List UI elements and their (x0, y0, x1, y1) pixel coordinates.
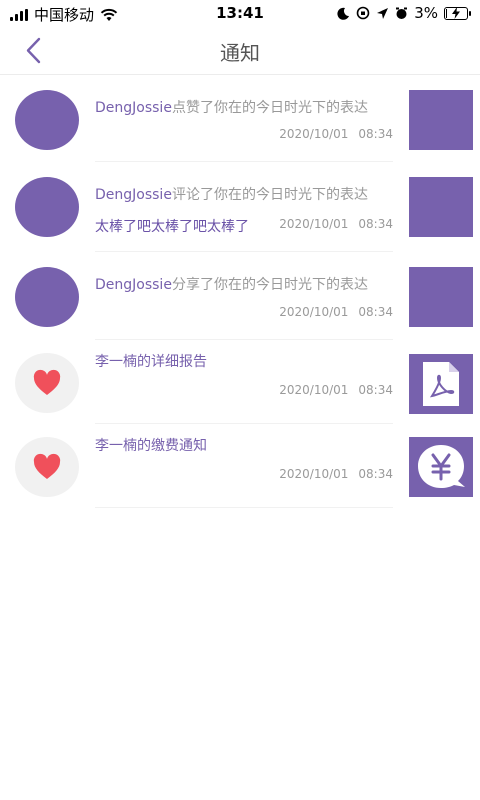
status-right: 3% (337, 4, 471, 22)
post-thumbnail[interactable] (409, 267, 473, 327)
notification-item[interactable]: DengJossie分享了你在的今日时光下的表达 2020/10/01 08:34 (0, 253, 480, 341)
timestamp: 2020/10/01 08:34 (279, 467, 393, 481)
avatar[interactable] (15, 177, 79, 237)
page-title: 通知 (220, 41, 260, 65)
time: 08:34 (358, 217, 393, 231)
notification-title: 李一楠的缴费通知 (95, 435, 207, 455)
avatar[interactable] (15, 90, 79, 150)
user-name[interactable]: DengJossie (95, 187, 172, 203)
date: 2020/10/01 (279, 383, 349, 397)
comment-text: 太棒了吧太棒了吧太棒了 (95, 219, 249, 235)
timestamp: 2020/10/01 08:34 (279, 383, 393, 397)
notification-item[interactable]: 李一楠的缴费通知 2020/10/01 08:34 (0, 425, 480, 509)
heart-icon (33, 453, 61, 479)
notification-title: DengJossie点赞了你在的今日时光下的表达 (95, 97, 368, 117)
date: 2020/10/01 (279, 467, 349, 481)
notification-list: DengJossie点赞了你在的今日时光下的表达 2020/10/01 08:34… (0, 75, 480, 509)
notification-content[interactable]: DengJossie分享了你在的今日时光下的表达 2020/10/01 08:34 (95, 253, 393, 340)
battery-percent: 3% (414, 4, 438, 22)
date: 2020/10/01 (279, 305, 349, 319)
report-title[interactable]: 李一楠的详细报告 (95, 354, 207, 370)
notification-content[interactable]: 李一楠的缴费通知 2020/10/01 08:34 (95, 425, 393, 508)
date: 2020/10/01 (279, 127, 349, 141)
user-name[interactable]: DengJossie (95, 100, 172, 116)
alarm-icon (396, 7, 408, 19)
battery-fill (446, 8, 447, 18)
battery-icon (444, 6, 471, 20)
notification-content[interactable]: DengJossie点赞了你在的今日时光下的表达 2020/10/01 08:34 (95, 75, 393, 162)
notification-title: DengJossie分享了你在的今日时光下的表达 (95, 274, 368, 294)
post-thumbnail[interactable] (409, 177, 473, 237)
notification-content[interactable]: DengJossie评论了你在的今日时光下的表达 太棒了吧太棒了吧太棒了 202… (95, 163, 393, 252)
notification-content[interactable]: 李一楠的详细报告 2020/10/01 08:34 (95, 341, 393, 424)
moon-icon (337, 7, 350, 20)
notification-item[interactable]: DengJossie点赞了你在的今日时光下的表达 2020/10/01 08:34 (0, 75, 480, 163)
avatar[interactable] (15, 353, 79, 413)
notification-action: 评论了你在的今日时光下的表达 (171, 187, 368, 203)
status-bar: 中国移动 13:41 3% (0, 0, 480, 26)
user-name[interactable]: DengJossie (95, 277, 172, 293)
yen-icon (418, 445, 465, 488)
time: 08:34 (358, 467, 393, 481)
timestamp: 2020/10/01 08:34 (279, 217, 393, 231)
pdf-icon (423, 362, 459, 406)
nav-bar: 通知 (0, 26, 480, 75)
payment-thumbnail[interactable] (409, 437, 473, 497)
location-icon (377, 7, 389, 19)
pdf-file-thumbnail[interactable] (409, 354, 473, 414)
notification-title: 李一楠的详细报告 (95, 351, 207, 371)
payment-title[interactable]: 李一楠的缴费通知 (95, 438, 207, 454)
notification-item[interactable]: DengJossie评论了你在的今日时光下的表达 太棒了吧太棒了吧太棒了 202… (0, 163, 480, 253)
notification-action: 分享了你在的今日时光下的表达 (171, 277, 368, 293)
heart-icon (33, 369, 61, 395)
orientation-lock-icon (356, 6, 370, 20)
time: 08:34 (358, 383, 393, 397)
timestamp: 2020/10/01 08:34 (279, 305, 393, 319)
avatar[interactable] (15, 267, 79, 327)
time: 08:34 (358, 305, 393, 319)
avatar[interactable] (15, 437, 79, 497)
notification-item[interactable]: 李一楠的详细报告 2020/10/01 08:34 (0, 341, 480, 425)
time: 08:34 (358, 127, 393, 141)
timestamp: 2020/10/01 08:34 (279, 127, 393, 141)
notification-action: 点赞了你在的今日时光下的表达 (171, 100, 368, 116)
notification-title: DengJossie评论了你在的今日时光下的表达 (95, 184, 368, 204)
post-thumbnail[interactable] (409, 90, 473, 150)
date: 2020/10/01 (279, 217, 349, 231)
